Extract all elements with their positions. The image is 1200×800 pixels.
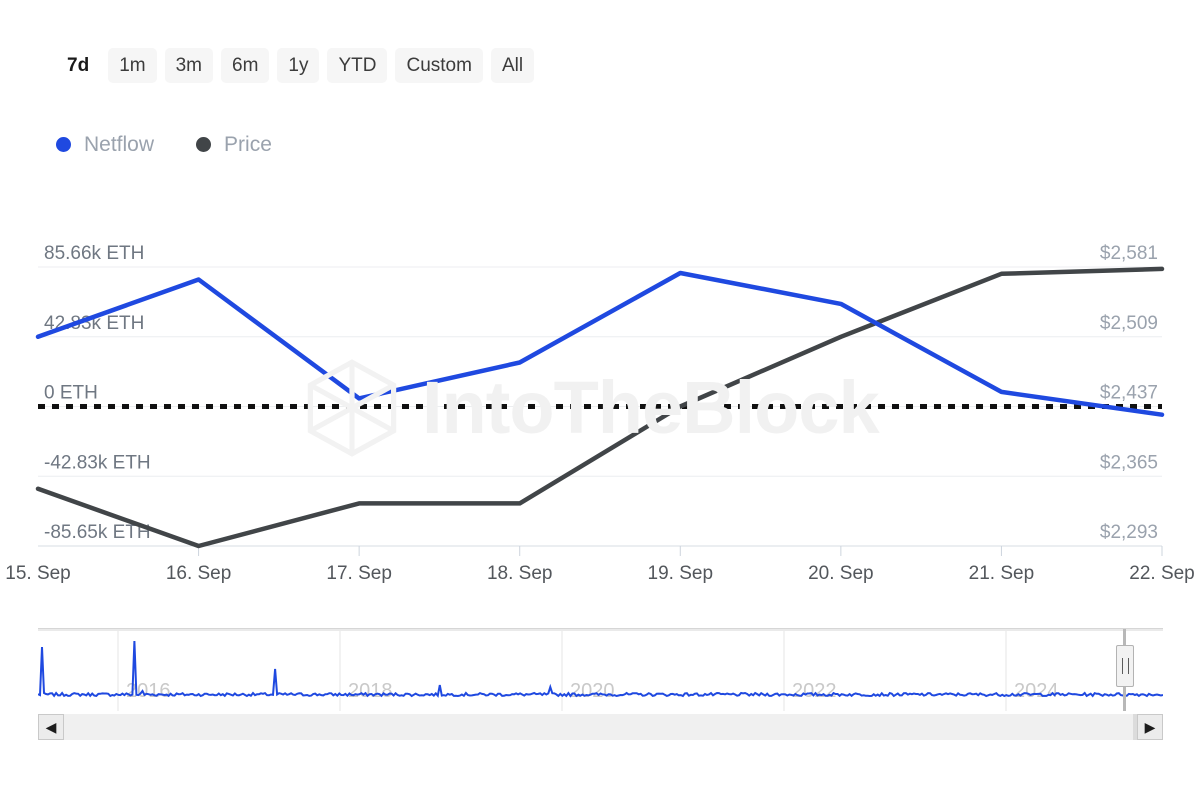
chart-svg: 85.66k ETH42.83k ETH0 ETH-42.83k ETH-85.… [5, 243, 1195, 584]
right-axis-tick-label: $2,437 [1100, 383, 1158, 404]
x-axis: 15. Sep 16. Sep 17. Sep 18. Sep 19. Sep 20. S… [5, 545, 1195, 584]
scroll-right-button[interactable]: ▶ [1137, 714, 1163, 740]
right-axis-tick-label: $2,581 [1100, 243, 1158, 264]
scroll-left-button[interactable]: ◀ [38, 714, 64, 740]
navigator-right-handle[interactable] [1116, 645, 1134, 687]
scrollbar-track[interactable] [64, 714, 1137, 740]
chevron-left-icon: ◀ [45, 719, 57, 735]
navigator[interactable]: 2016 2018 2020 2022 2024 [38, 628, 1163, 711]
right-axis-tick-label: $2,509 [1100, 313, 1158, 334]
x-axis-tick-label: 17. Sep [326, 563, 392, 584]
netflow-series-line[interactable] [35, 270, 1165, 417]
chevron-right-icon: ▶ [1144, 719, 1156, 735]
right-axis-labels: $2,581 $2,509 $2,437 $2,365 $2,293 [1100, 243, 1158, 543]
x-axis-tick-label: 16. Sep [166, 563, 232, 584]
x-axis-tick-label: 15. Sep [5, 563, 71, 584]
left-axis-tick-label: 0 ETH [44, 383, 98, 404]
right-axis-tick-label: $2,365 [1100, 452, 1158, 473]
navigator-year-label: 2020 [570, 680, 615, 702]
left-axis-tick-label: 85.66k ETH [44, 243, 144, 264]
navigator-year-label: 2018 [348, 680, 393, 702]
navigator-year-label: 2022 [792, 680, 837, 702]
x-axis-tick-label: 20. Sep [808, 563, 874, 584]
handle-grip-icon [1121, 658, 1129, 674]
navigator-year-label: 2024 [1014, 680, 1059, 702]
left-axis-tick-label: -42.83k ETH [44, 452, 151, 473]
x-axis-tick-label: 19. Sep [648, 563, 714, 584]
chart-page: 7d 1m 3m 6m 1y YTD Custom All Netflow Price 85.6… [0, 0, 1200, 800]
navigator-sparkline: 2016 2018 2020 2022 2024 [38, 629, 1163, 711]
x-axis-tick-label: 22. Sep [1129, 563, 1195, 584]
x-axis-tick-label: 18. Sep [487, 563, 553, 584]
horizontal-scrollbar[interactable]: ◀ ▶ [38, 714, 1163, 740]
navigator-year-labels: 2016 2018 2020 2022 2024 [126, 680, 1059, 702]
x-axis-tick-label: 21. Sep [969, 563, 1035, 584]
right-axis-tick-label: $2,293 [1100, 522, 1158, 543]
